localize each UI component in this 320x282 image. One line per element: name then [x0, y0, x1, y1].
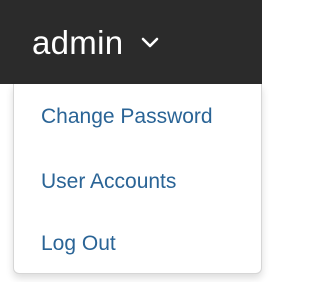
menu-item-change-password[interactable]: Change Password [41, 105, 213, 129]
user-dropdown-menu: Change Password User Accounts Log Out [13, 84, 262, 274]
user-menu-toggle[interactable]: admin [32, 20, 159, 66]
chevron-down-icon [142, 37, 159, 48]
menu-item-log-out[interactable]: Log Out [41, 232, 116, 256]
menu-item-user-accounts[interactable]: User Accounts [41, 170, 176, 194]
username-label: admin [32, 24, 124, 61]
top-navbar: admin [0, 0, 262, 84]
